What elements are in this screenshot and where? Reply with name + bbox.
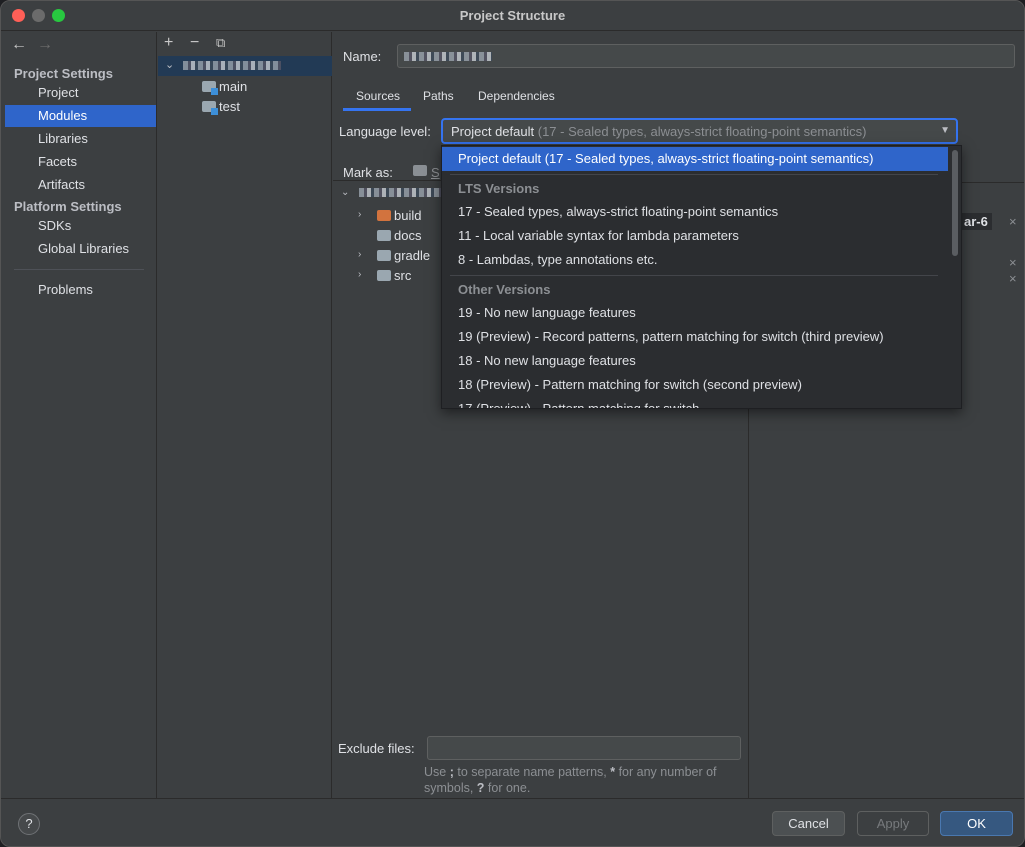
- tab-sources[interactable]: Sources: [356, 89, 400, 103]
- close-icon[interactable]: ×: [1009, 214, 1017, 229]
- modules-panel: + − ⧉ ⌄ main test: [158, 32, 332, 798]
- active-tab-indicator: [343, 108, 411, 111]
- folder-icon: [377, 270, 391, 281]
- dropdown-item-18-preview[interactable]: 18 (Preview) - Pattern matching for swit…: [442, 373, 948, 397]
- redacted-root-path: [359, 188, 441, 197]
- close-icon[interactable]: ×: [1009, 271, 1017, 286]
- tree-item-src[interactable]: src: [377, 266, 411, 286]
- language-level-value: Project default: [451, 124, 535, 139]
- close-icon[interactable]: ×: [1009, 255, 1017, 270]
- name-label: Name:: [343, 49, 382, 64]
- sidebar-item-libraries[interactable]: Libraries: [5, 128, 156, 150]
- language-level-label: Language level:: [339, 124, 431, 139]
- sidebar-item-facets[interactable]: Facets: [5, 151, 156, 173]
- folder-icon: [377, 250, 391, 261]
- excluded-folder-icon: [377, 210, 391, 221]
- cancel-button[interactable]: Cancel: [772, 811, 845, 836]
- dropdown-item-11[interactable]: 11 - Local variable syntax for lambda pa…: [442, 224, 948, 248]
- module-item-main[interactable]: main: [202, 77, 247, 97]
- dropdown-item-8[interactable]: 8 - Lambdas, type annotations etc.: [442, 248, 948, 272]
- platform-settings-header: Platform Settings: [14, 199, 122, 214]
- dropdown-item-18[interactable]: 18 - No new language features: [442, 349, 948, 373]
- lts-versions-header: LTS Versions: [458, 181, 540, 196]
- chevron-right-icon[interactable]: ›: [358, 209, 361, 220]
- tree-item-label: docs: [394, 228, 422, 243]
- sidebar-divider: [14, 269, 144, 270]
- redacted-name-value: [404, 52, 492, 61]
- sidebar-item-global-libraries[interactable]: Global Libraries: [5, 238, 156, 260]
- tree-item-build[interactable]: build: [377, 206, 421, 226]
- name-field[interactable]: [397, 44, 1015, 68]
- source-folder-icon: [202, 81, 218, 95]
- sidebar-item-artifacts[interactable]: Artifacts: [5, 174, 156, 196]
- folder-icon: [377, 230, 391, 241]
- tree-item-label: gradle: [394, 248, 431, 263]
- copy-icon[interactable]: ⧉: [216, 35, 242, 51]
- dropdown-item-project-default[interactable]: Project default (17 - Sealed types, alwa…: [442, 147, 948, 171]
- apply-button[interactable]: Apply: [857, 811, 929, 836]
- language-level-dropdown: Project default (17 - Sealed types, alwa…: [441, 145, 962, 409]
- dropdown-item-17-preview[interactable]: 17 (Preview) - Pattern matching for swit…: [442, 397, 948, 408]
- dropdown-separator: [450, 174, 938, 175]
- back-arrow-icon[interactable]: ←: [11, 36, 37, 54]
- test-folder-icon: [202, 101, 218, 115]
- dropdown-scrollbar[interactable]: [952, 150, 958, 256]
- tab-paths[interactable]: Paths: [423, 89, 454, 103]
- tree-item-gradle[interactable]: gradle: [377, 246, 430, 266]
- dropdown-item-17[interactable]: 17 - Sealed types, always-strict floatin…: [442, 200, 948, 224]
- sources-folder-icon[interactable]: [413, 165, 427, 176]
- add-icon[interactable]: +: [164, 34, 190, 52]
- dropdown-item-19[interactable]: 19 - No new language features: [442, 301, 948, 325]
- sidebar-item-sdks[interactable]: SDKs: [5, 215, 156, 237]
- window-title: Project Structure: [459, 8, 566, 23]
- sidebar-item-project[interactable]: Project: [5, 82, 156, 104]
- tree-item-docs[interactable]: docs: [377, 226, 421, 246]
- project-structure-window: Project Structure ← → Project Settings Pr…: [0, 0, 1025, 847]
- mark-as-label: Mark as:: [343, 165, 393, 180]
- modules-toolbar: + − ⧉: [164, 34, 242, 52]
- dropdown-separator: [450, 275, 938, 276]
- module-item-label: test: [219, 99, 240, 114]
- module-root-row[interactable]: ⌄: [158, 56, 332, 76]
- redacted-module-name: [183, 61, 281, 70]
- other-versions-header: Other Versions: [458, 282, 551, 297]
- tab-dependencies[interactable]: Dependencies: [478, 89, 555, 103]
- mark-as-sources-button[interactable]: S: [431, 165, 440, 180]
- sidebar-item-problems[interactable]: Problems: [5, 279, 156, 301]
- exclude-files-label: Exclude files:: [338, 741, 415, 756]
- chevron-right-icon[interactable]: ›: [358, 269, 361, 280]
- language-level-detail: (17 - Sealed types, always-strict floati…: [537, 124, 867, 139]
- tree-item-label: build: [394, 208, 422, 223]
- exclude-files-hint: Use ; to separate name patterns, * for a…: [424, 765, 717, 795]
- chevron-right-icon[interactable]: ›: [358, 249, 361, 260]
- tree-item-label: src: [394, 268, 412, 283]
- exclude-files-field[interactable]: [427, 736, 741, 760]
- language-level-select[interactable]: Project default (17 - Sealed types, alwa…: [441, 118, 958, 144]
- chevron-down-icon[interactable]: ⌄: [341, 187, 349, 198]
- forward-arrow-icon[interactable]: →: [37, 36, 63, 54]
- dialog-button-bar: ? Cancel Apply OK: [1, 798, 1024, 846]
- sidebar-item-modules[interactable]: Modules: [5, 105, 156, 127]
- module-item-label: main: [219, 79, 248, 94]
- chevron-down-icon[interactable]: ⌄: [165, 58, 174, 71]
- dropdown-item-19-preview[interactable]: 19 (Preview) - Record patterns, pattern …: [442, 325, 948, 349]
- source-root-badge: ar-6: [960, 213, 992, 230]
- nav-arrows: ← →: [11, 36, 63, 54]
- project-settings-header: Project Settings: [14, 66, 113, 81]
- title-bar: Project Structure: [1, 1, 1024, 31]
- ok-button[interactable]: OK: [940, 811, 1013, 836]
- remove-icon[interactable]: −: [190, 34, 216, 52]
- help-button[interactable]: ?: [18, 813, 40, 835]
- chevron-down-icon: ▼: [940, 125, 950, 136]
- settings-sidebar: ← → Project Settings Project Modules Libr…: [5, 32, 157, 798]
- module-item-test[interactable]: test: [202, 97, 240, 117]
